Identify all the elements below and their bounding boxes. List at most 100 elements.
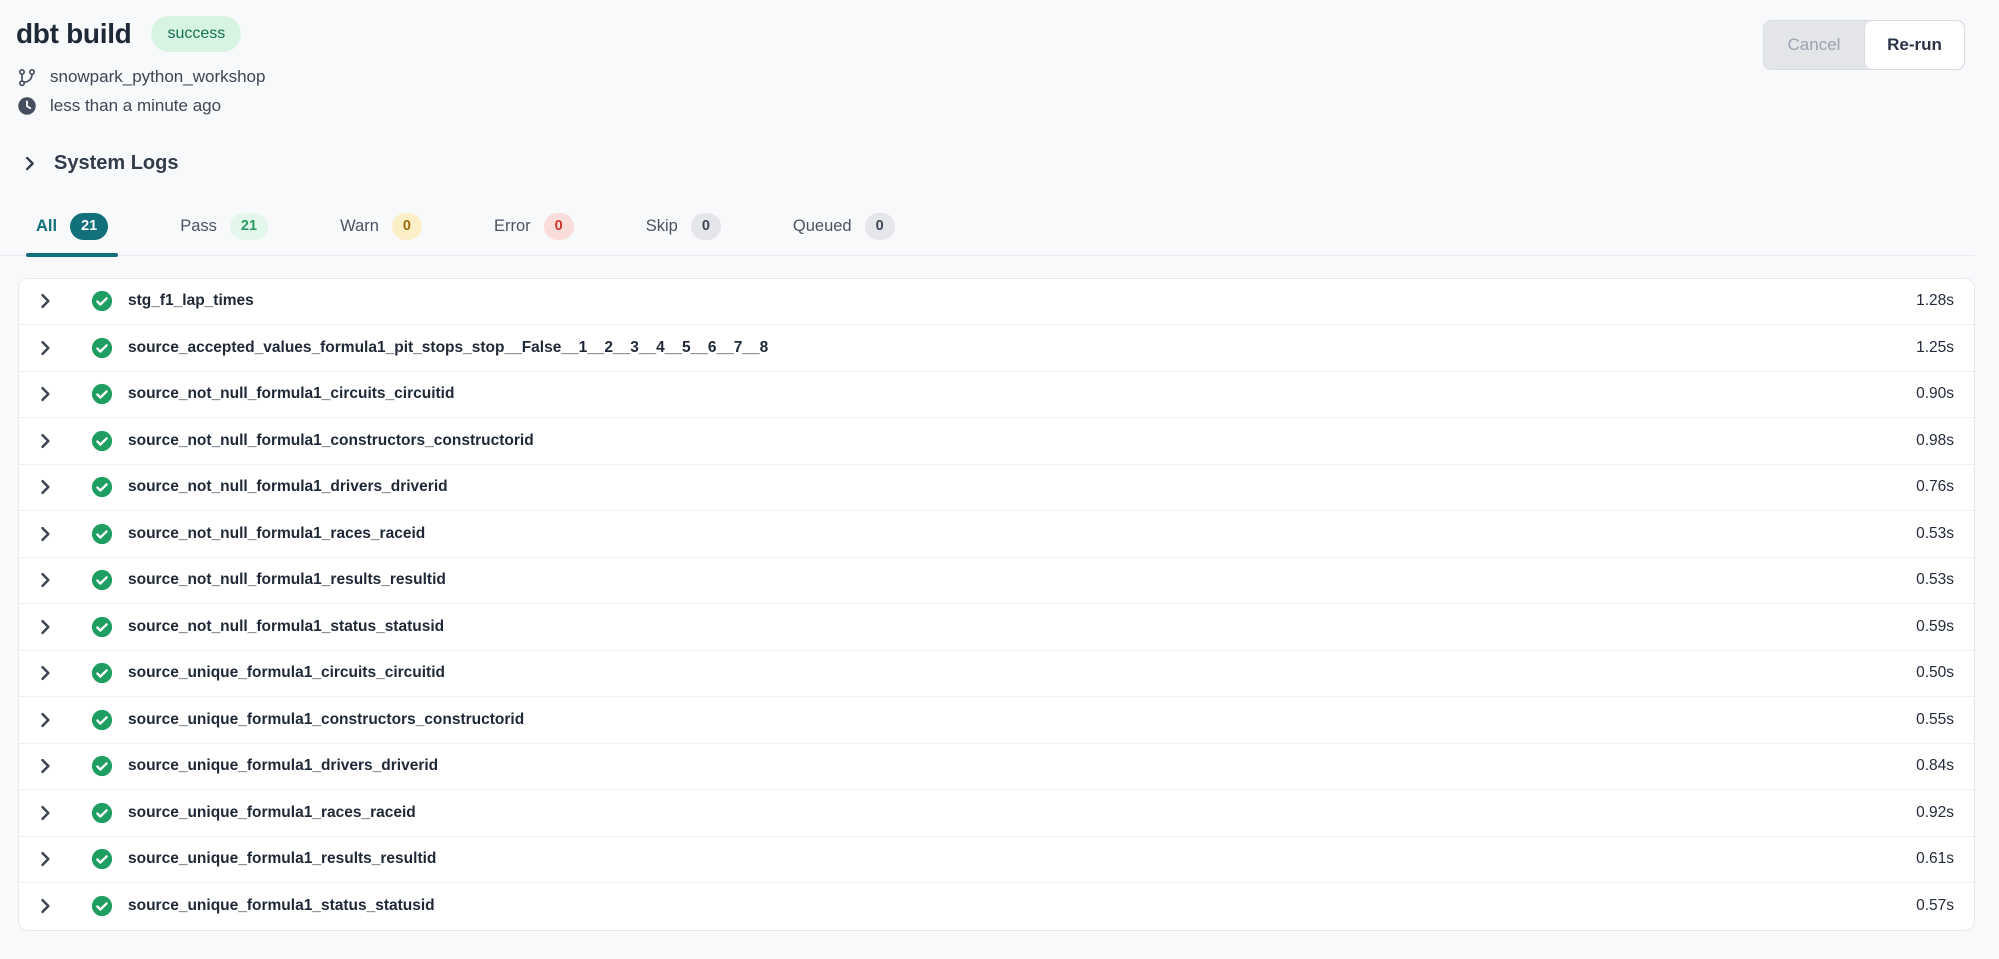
- check-circle-icon: [91, 383, 113, 405]
- status-badge: success: [151, 16, 241, 52]
- tab-all-label: All: [36, 217, 57, 236]
- run-name: source_not_null_formula1_circuits_circui…: [128, 385, 454, 403]
- branch-name: snowpark_python_workshop: [50, 67, 265, 87]
- check-circle-icon: [91, 895, 113, 917]
- expand-chevron-button[interactable]: [25, 793, 65, 833]
- expand-chevron-button[interactable]: [25, 886, 65, 926]
- run-row[interactable]: source_not_null_formula1_results_resulti…: [19, 558, 1974, 605]
- run-row[interactable]: source_unique_formula1_status_statusid 0…: [19, 883, 1974, 930]
- expand-chevron-button[interactable]: [25, 653, 65, 693]
- expand-chevron-button[interactable]: [25, 839, 65, 879]
- tab-all[interactable]: All 21: [26, 213, 118, 255]
- tab-error-label: Error: [494, 217, 531, 236]
- check-circle-icon: [91, 616, 113, 638]
- run-name: source_unique_formula1_races_raceid: [128, 804, 416, 822]
- run-duration: 1.28s: [1916, 292, 1954, 310]
- tab-all-count: 21: [70, 213, 108, 240]
- expand-chevron-button[interactable]: [25, 607, 65, 647]
- expand-chevron-button[interactable]: [25, 746, 65, 786]
- check-circle-icon: [91, 802, 113, 824]
- tab-error-count: 0: [544, 213, 574, 240]
- expand-chevron-button[interactable]: [25, 467, 65, 507]
- run-header: dbt build success snowpark_python_worksh…: [0, 0, 1999, 116]
- tab-skip-label: Skip: [646, 217, 678, 236]
- run-duration: 0.98s: [1916, 432, 1954, 450]
- check-circle-icon: [91, 755, 113, 777]
- run-name: source_not_null_formula1_status_statusid: [128, 618, 444, 636]
- run-row[interactable]: source_unique_formula1_results_resultid …: [19, 837, 1974, 884]
- system-logs-toggle[interactable]: System Logs: [20, 152, 178, 175]
- run-row[interactable]: source_not_null_formula1_races_raceid 0.…: [19, 511, 1974, 558]
- check-circle-icon: [91, 569, 113, 591]
- rerun-button[interactable]: Re-run: [1864, 21, 1964, 69]
- tab-skip-count: 0: [691, 213, 721, 240]
- run-row[interactable]: source_accepted_values_formula1_pit_stop…: [19, 325, 1974, 372]
- run-row[interactable]: source_unique_formula1_drivers_driverid …: [19, 744, 1974, 791]
- run-row[interactable]: source_not_null_formula1_constructors_co…: [19, 418, 1974, 465]
- run-name: source_not_null_formula1_races_raceid: [128, 525, 425, 543]
- tab-warn-label: Warn: [340, 217, 379, 236]
- run-name: source_unique_formula1_results_resultid: [128, 850, 436, 868]
- time-row: less than a minute ago: [16, 96, 265, 116]
- run-duration: 1.25s: [1916, 339, 1954, 357]
- check-circle-icon: [91, 662, 113, 684]
- tab-warn-count: 0: [392, 213, 422, 240]
- run-duration: 0.59s: [1916, 618, 1954, 636]
- run-duration: 0.57s: [1916, 897, 1954, 915]
- run-row[interactable]: source_unique_formula1_races_raceid 0.92…: [19, 790, 1974, 837]
- run-duration: 0.76s: [1916, 478, 1954, 496]
- cancel-button[interactable]: Cancel: [1764, 21, 1864, 69]
- run-name: source_not_null_formula1_results_resulti…: [128, 571, 446, 589]
- run-row[interactable]: source_not_null_formula1_drivers_driveri…: [19, 465, 1974, 512]
- branch-row: snowpark_python_workshop: [16, 67, 265, 87]
- expand-chevron-button[interactable]: [25, 328, 65, 368]
- tab-pass-label: Pass: [180, 217, 217, 236]
- status-tabs: All 21 Pass 21 Warn 0 Error 0 Skip 0 Que…: [0, 213, 1975, 256]
- run-duration: 0.92s: [1916, 804, 1954, 822]
- run-name: stg_f1_lap_times: [128, 292, 254, 310]
- check-circle-icon: [91, 337, 113, 359]
- run-duration: 0.50s: [1916, 664, 1954, 682]
- check-circle-icon: [91, 290, 113, 312]
- run-time-ago: less than a minute ago: [50, 96, 221, 116]
- check-circle-icon: [91, 476, 113, 498]
- check-circle-icon: [91, 523, 113, 545]
- expand-chevron-button[interactable]: [25, 514, 65, 554]
- run-duration: 0.55s: [1916, 711, 1954, 729]
- run-row[interactable]: source_unique_formula1_circuits_circuiti…: [19, 651, 1974, 698]
- run-row[interactable]: stg_f1_lap_times 1.28s: [19, 279, 1974, 326]
- system-logs-label: System Logs: [54, 152, 178, 175]
- tab-queued[interactable]: Queued 0: [783, 213, 905, 255]
- git-branch-icon: [16, 67, 37, 87]
- expand-chevron-button[interactable]: [25, 374, 65, 414]
- expand-chevron-button[interactable]: [25, 281, 65, 321]
- page-title: dbt build: [16, 18, 131, 50]
- tab-pass[interactable]: Pass 21: [170, 213, 278, 255]
- expand-chevron-button[interactable]: [25, 700, 65, 740]
- run-row[interactable]: source_unique_formula1_constructors_cons…: [19, 697, 1974, 744]
- run-duration: 0.61s: [1916, 850, 1954, 868]
- run-name: source_not_null_formula1_drivers_driveri…: [128, 478, 448, 496]
- run-row[interactable]: source_not_null_formula1_circuits_circui…: [19, 372, 1974, 419]
- title-row: dbt build success: [16, 16, 265, 52]
- run-duration: 0.90s: [1916, 385, 1954, 403]
- run-name: source_unique_formula1_circuits_circuiti…: [128, 664, 445, 682]
- run-row[interactable]: source_not_null_formula1_status_statusid…: [19, 604, 1974, 651]
- run-results-list: stg_f1_lap_times 1.28s source_accepted_v…: [18, 278, 1975, 931]
- tab-error[interactable]: Error 0: [484, 213, 584, 255]
- run-header-left: dbt build success snowpark_python_worksh…: [16, 16, 265, 116]
- run-duration: 0.53s: [1916, 525, 1954, 543]
- chevron-right-icon: [20, 154, 39, 173]
- tab-queued-label: Queued: [793, 217, 852, 236]
- tab-warn[interactable]: Warn 0: [330, 213, 432, 255]
- check-circle-icon: [91, 848, 113, 870]
- expand-chevron-button[interactable]: [25, 560, 65, 600]
- run-name: source_not_null_formula1_constructors_co…: [128, 432, 534, 450]
- check-circle-icon: [91, 430, 113, 452]
- clock-icon: [16, 96, 37, 116]
- expand-chevron-button[interactable]: [25, 421, 65, 461]
- tab-queued-count: 0: [865, 213, 895, 240]
- run-name: source_accepted_values_formula1_pit_stop…: [128, 339, 768, 357]
- tab-skip[interactable]: Skip 0: [636, 213, 731, 255]
- run-name: source_unique_formula1_status_statusid: [128, 897, 435, 915]
